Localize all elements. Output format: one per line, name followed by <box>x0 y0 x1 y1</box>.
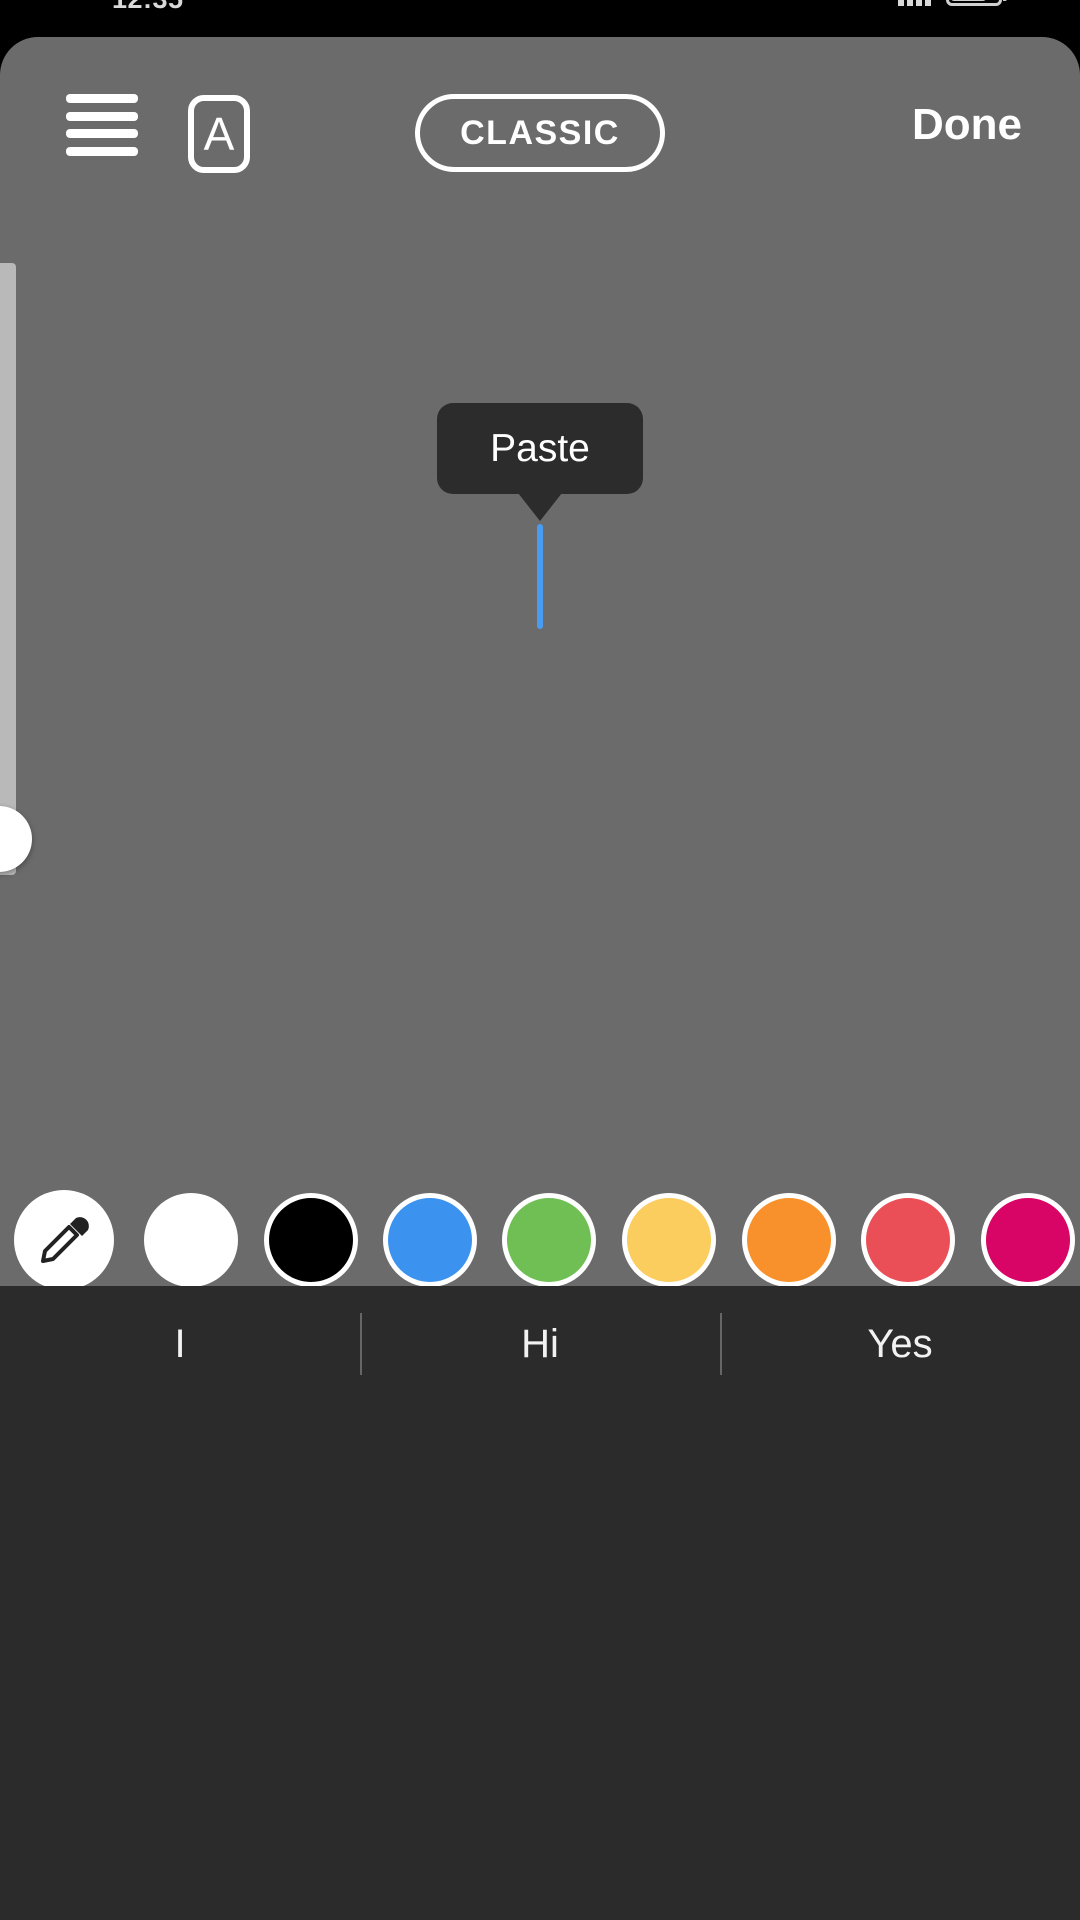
color-swatch-green[interactable] <box>502 1193 596 1286</box>
color-swatch-eyedropper[interactable] <box>14 1190 114 1286</box>
paste-tooltip[interactable]: Paste <box>437 403 643 494</box>
suggestion-i[interactable]: I <box>0 1322 360 1367</box>
color-swatch-magenta[interactable] <box>981 1193 1075 1286</box>
phone-screen: 12:35 A CLASSIC Done Paste IHiYes QWERTY… <box>0 0 1080 1920</box>
status-bar: 12:35 <box>0 0 1080 34</box>
text-align-icon[interactable] <box>66 94 138 156</box>
font-style-button[interactable]: A <box>188 95 250 173</box>
suggestion-hi[interactable]: Hi <box>360 1322 720 1367</box>
suggestion-yes[interactable]: Yes <box>720 1322 1080 1367</box>
color-swatch-red[interactable] <box>861 1193 955 1286</box>
status-time: 12:35 <box>112 0 184 15</box>
color-swatch-yellow[interactable] <box>622 1193 716 1286</box>
text-editor-sheet: A CLASSIC Done Paste <box>0 37 1080 1286</box>
text-style-pill-classic[interactable]: CLASSIC <box>415 94 665 172</box>
paste-tooltip-label: Paste <box>490 426 590 470</box>
battery-icon <box>946 0 1007 6</box>
color-swatch-white[interactable] <box>144 1193 238 1286</box>
on-screen-keyboard: IHiYes QWERTYUIOP ASDFGHJKL ZXCVBNM 123 <box>0 1286 1080 1920</box>
color-swatch-orange[interactable] <box>742 1193 836 1286</box>
status-indicators <box>898 0 1007 6</box>
text-size-slider-thumb[interactable] <box>0 806 32 872</box>
signal-bars-icon <box>898 0 932 6</box>
editor-toolbar: A CLASSIC Done <box>0 37 1080 173</box>
color-swatch-blue[interactable] <box>383 1193 477 1286</box>
color-swatch-black[interactable] <box>264 1193 358 1286</box>
eyedropper-icon <box>41 1217 89 1263</box>
done-button[interactable]: Done <box>912 100 1022 150</box>
text-caret <box>537 524 543 629</box>
text-size-slider-track[interactable] <box>0 263 16 875</box>
suggestion-bar: I Hi Yes <box>0 1286 1080 1402</box>
color-palette <box>0 1190 1080 1286</box>
